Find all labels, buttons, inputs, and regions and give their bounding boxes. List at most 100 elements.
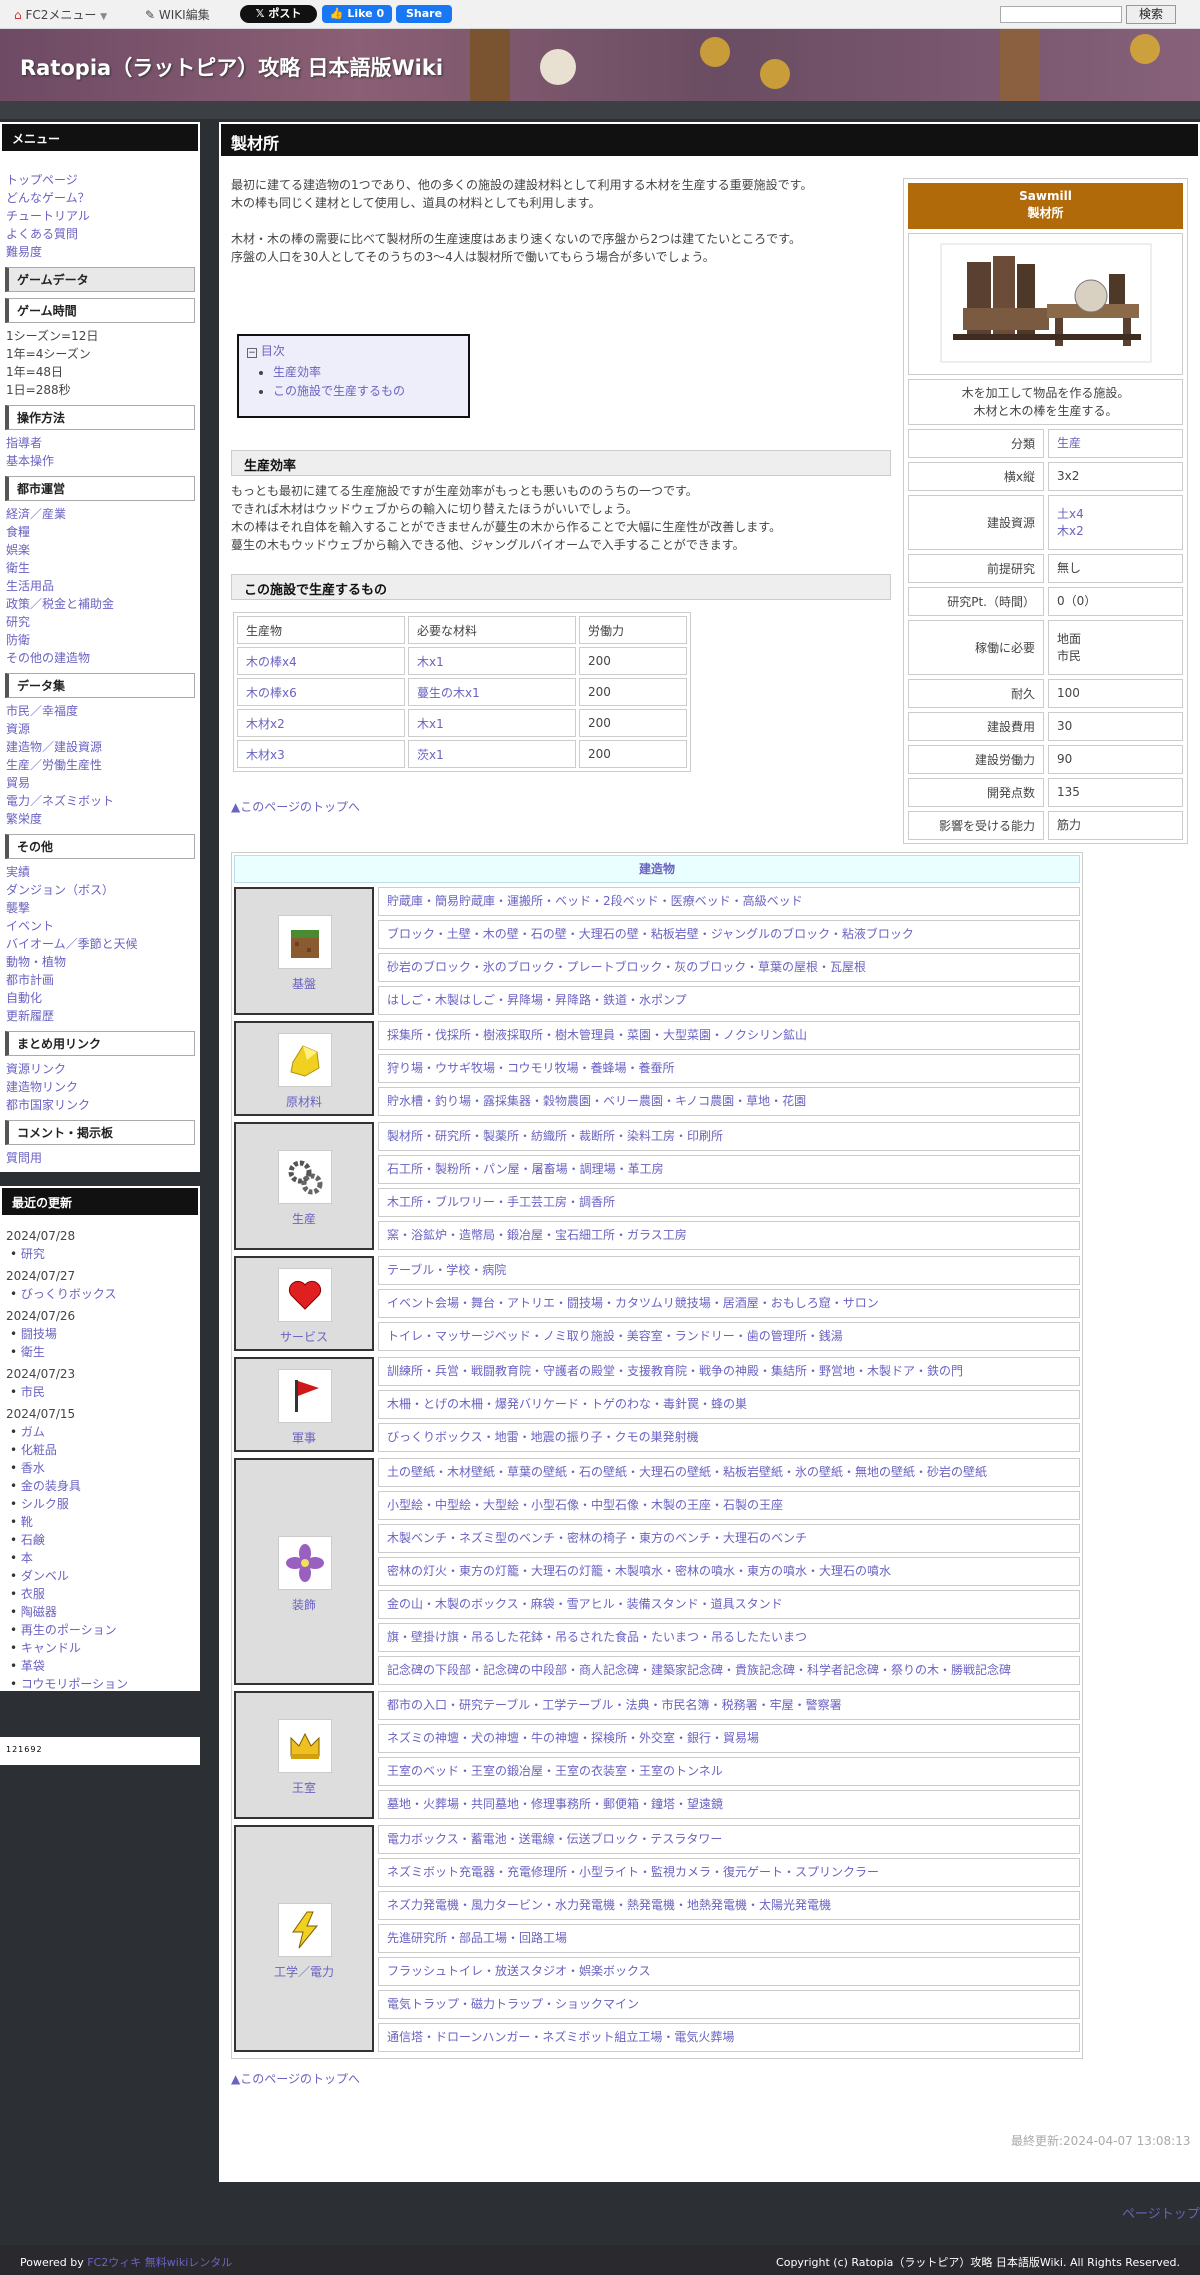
sidebar-link[interactable]: 都市計画 bbox=[0, 971, 200, 989]
recent-link[interactable]: 再生のポーション bbox=[0, 1621, 200, 1639]
sidebar-link[interactable]: 食糧 bbox=[0, 523, 200, 541]
buildings-table-title[interactable]: 建造物 bbox=[234, 855, 1080, 883]
sidebar-link[interactable]: 建造物／建設資源 bbox=[0, 738, 200, 756]
sidebar-link[interactable]: 基本操作 bbox=[0, 452, 200, 470]
recent-link[interactable]: 金の装身具 bbox=[0, 1477, 200, 1495]
building-row[interactable]: 先進研究所・部品工場・回路工場 bbox=[378, 1924, 1080, 1953]
sidebar-link[interactable]: 生産／労働生産性 bbox=[0, 756, 200, 774]
building-row[interactable]: 墓地・火葬場・共同墓地・修理事務所・郵便箱・鐘塔・望遠鏡 bbox=[378, 1790, 1080, 1819]
material-link[interactable]: 蔓生の木x1 bbox=[417, 686, 480, 700]
sidebar-link[interactable]: 資源 bbox=[0, 720, 200, 738]
category-link[interactable]: 原材料 bbox=[236, 1093, 372, 1110]
building-row[interactable]: 砂岩のブロック・氷のブロック・プレートブロック・灰のブロック・草葉の屋根・瓦屋根 bbox=[378, 953, 1080, 982]
sidebar-link[interactable]: 襲撃 bbox=[0, 899, 200, 917]
sidebar-link[interactable]: 指導者 bbox=[0, 434, 200, 452]
building-row[interactable]: テーブル・学校・病院 bbox=[378, 1256, 1080, 1285]
product-link[interactable]: 木の棒x6 bbox=[246, 686, 297, 700]
recent-link[interactable]: ダンベル bbox=[0, 1567, 200, 1585]
building-row[interactable]: 電気トラップ・磁力トラップ・ショックマイン bbox=[378, 1990, 1080, 2019]
category-link[interactable]: 装飾 bbox=[236, 1596, 372, 1613]
sidebar-link[interactable]: ダンジョン（ボス） bbox=[0, 881, 200, 899]
category-link[interactable]: 生産 bbox=[1057, 435, 1174, 452]
site-title[interactable]: Ratopia（ラットピア）攻略 日本語版Wiki bbox=[20, 52, 443, 82]
facebook-share-button[interactable]: Share bbox=[396, 5, 452, 23]
recent-link[interactable]: 衣服 bbox=[0, 1585, 200, 1603]
sidebar-link[interactable]: 難易度 bbox=[0, 243, 200, 261]
resource-link[interactable]: 土x4 bbox=[1057, 506, 1174, 523]
building-row[interactable]: 通信塔・ドローンハンガー・ネズミボット組立工場・電気火葬場 bbox=[378, 2023, 1080, 2052]
building-row[interactable]: 王室のベッド・王室の鍛冶屋・王室の衣装室・王室のトンネル bbox=[378, 1757, 1080, 1786]
building-row[interactable]: ネズ力発電機・風力タービン・水力発電機・熱発電機・地熱発電機・太陽光発電機 bbox=[378, 1891, 1080, 1920]
sidebar-link[interactable]: 娯楽 bbox=[0, 541, 200, 559]
search-button[interactable]: 検索 bbox=[1126, 5, 1176, 24]
recent-link[interactable]: キャンドル bbox=[0, 1639, 200, 1657]
building-row[interactable]: 貯蔵庫・簡易貯蔵庫・運搬所・ベッド・2段ベッド・医療ベッド・高級ベッド bbox=[378, 887, 1080, 916]
material-link[interactable]: 木x1 bbox=[417, 655, 444, 669]
sidebar-link[interactable]: 防衛 bbox=[0, 631, 200, 649]
sidebar-link[interactable]: どんなゲーム？ bbox=[0, 189, 200, 207]
sidebar-link[interactable]: 経済／産業 bbox=[0, 505, 200, 523]
category-link[interactable]: 王室 bbox=[236, 1779, 372, 1796]
building-row[interactable]: 金の山・木製のボックス・麻袋・雪アヒル・装備スタンド・道具スタンド bbox=[378, 1590, 1080, 1619]
category-link[interactable]: 生産 bbox=[236, 1210, 372, 1227]
building-row[interactable]: びっくりボックス・地雷・地震の振り子・クモの巣発射機 bbox=[378, 1423, 1080, 1452]
sidebar-link[interactable]: 生活用品 bbox=[0, 577, 200, 595]
recent-link[interactable]: びっくりボックス bbox=[0, 1285, 200, 1303]
fc2-wiki-link[interactable]: FC2ウィキ 無料wikiレンタル bbox=[87, 2256, 232, 2269]
building-row[interactable]: 製材所・研究所・製薬所・紡織所・裁断所・染料工房・印刷所 bbox=[378, 1122, 1080, 1151]
building-row[interactable]: 石工所・製粉所・パン屋・屠畜場・調理場・革工房 bbox=[378, 1155, 1080, 1184]
recent-link[interactable]: 本 bbox=[0, 1549, 200, 1567]
recent-link[interactable]: コウモリポーション bbox=[0, 1675, 200, 1693]
building-row[interactable]: ネズミの神壇・犬の神壇・牛の神壇・探検所・外交室・銀行・貿易場 bbox=[378, 1724, 1080, 1753]
category-link[interactable]: サービス bbox=[236, 1328, 372, 1345]
back-to-top-link-bottom[interactable]: ▲このページのトップへ bbox=[231, 2070, 360, 2087]
building-row[interactable]: ネズミボット充電器・充電修理所・小型ライト・監視カメラ・復元ゲート・スプリンクラ… bbox=[378, 1858, 1080, 1887]
toc-link-efficiency[interactable]: 生産効率 bbox=[273, 365, 321, 379]
building-row[interactable]: 小型絵・中型絵・大型絵・小型石像・中型石像・木製の王座・石製の王座 bbox=[378, 1491, 1080, 1520]
building-row[interactable]: イベント会場・舞台・アトリエ・闘技場・カタツムリ競技場・居酒屋・おもしろ窟・サロ… bbox=[378, 1289, 1080, 1318]
recent-link[interactable]: 市民 bbox=[0, 1383, 200, 1401]
sidebar-link[interactable]: 資源リンク bbox=[0, 1060, 200, 1078]
resource-link[interactable]: 木x2 bbox=[1057, 523, 1174, 540]
category-link[interactable]: 基盤 bbox=[236, 975, 372, 992]
building-row[interactable]: 旗・壁掛け旗・吊るした花鉢・吊るされた食品・たいまつ・吊るしたたいまつ bbox=[378, 1623, 1080, 1652]
material-link[interactable]: 木x1 bbox=[417, 717, 444, 731]
recent-link[interactable]: 化粧品 bbox=[0, 1441, 200, 1459]
product-link[interactable]: 木材x3 bbox=[246, 748, 285, 762]
sidebar-link[interactable]: 研究 bbox=[0, 613, 200, 631]
sidebar-link[interactable]: 繁栄度 bbox=[0, 810, 200, 828]
sidebar-link[interactable]: 貿易 bbox=[0, 774, 200, 792]
building-row[interactable]: 採集所・伐採所・樹液採取所・樹木管理員・菜園・大型菜園・ノクシリン鉱山 bbox=[378, 1021, 1080, 1050]
building-row[interactable]: 訓練所・兵営・戦闘教育院・守護者の殿堂・支援教育院・戦争の神殿・集結所・野営地・… bbox=[378, 1357, 1080, 1386]
recent-link[interactable]: 陶磁器 bbox=[0, 1603, 200, 1621]
recent-link[interactable]: 衛生 bbox=[0, 1343, 200, 1361]
sidebar-link[interactable]: 都市国家リンク bbox=[0, 1096, 200, 1114]
building-row[interactable]: 密林の灯火・東方の灯籠・大理石の灯籠・木製噴水・密林の噴水・東方の噴水・大理石の… bbox=[378, 1557, 1080, 1586]
sidebar-link[interactable]: バイオーム／季節と天候 bbox=[0, 935, 200, 953]
fc2-menu[interactable]: ⌂ FC2メニュー ▼ bbox=[14, 6, 107, 23]
recent-link[interactable]: 香水 bbox=[0, 1459, 200, 1477]
sidebar-link[interactable]: 市民／幸福度 bbox=[0, 702, 200, 720]
building-row[interactable]: 都市の入口・研究テーブル・工学テーブル・法典・市民名簿・税務署・牢屋・警察署 bbox=[378, 1691, 1080, 1720]
building-row[interactable]: 木工所・ブルワリー・手工芸工房・調香所 bbox=[378, 1188, 1080, 1217]
recent-link[interactable]: 闘技場 bbox=[0, 1325, 200, 1343]
recent-link[interactable]: ガム bbox=[0, 1423, 200, 1441]
category-link[interactable]: 工学／電力 bbox=[236, 1963, 372, 1980]
recent-link[interactable]: シルク服 bbox=[0, 1495, 200, 1513]
sidebar-link[interactable]: イベント bbox=[0, 917, 200, 935]
x-post-button[interactable]: 𝕏 ポスト bbox=[240, 5, 317, 23]
sidebar-link[interactable]: 更新履歴 bbox=[0, 1007, 200, 1025]
building-row[interactable]: 電力ボックス・蓄電池・送電線・伝送ブロック・テスラタワー bbox=[378, 1825, 1080, 1854]
wiki-edit-link[interactable]: ✎ WIKI編集 bbox=[145, 6, 210, 23]
category-link[interactable]: 軍事 bbox=[236, 1429, 372, 1446]
recent-link[interactable]: 革袋 bbox=[0, 1657, 200, 1675]
material-link[interactable]: 茨x1 bbox=[417, 748, 444, 762]
sidebar-link[interactable]: チュートリアル bbox=[0, 207, 200, 225]
sidebar-link[interactable]: 建造物リンク bbox=[0, 1078, 200, 1096]
page-top-link[interactable]: ページトップ bbox=[1122, 2203, 1200, 2222]
search-input[interactable] bbox=[1000, 6, 1122, 23]
sidebar-link[interactable]: 政策／税金と補助金 bbox=[0, 595, 200, 613]
building-row[interactable]: 土の壁紙・木材壁紙・草葉の壁紙・石の壁紙・大理石の壁紙・粘板岩壁紙・氷の壁紙・無… bbox=[378, 1458, 1080, 1487]
building-row[interactable]: 狩り場・ウサギ牧場・コウモリ牧場・養蜂場・養蚕所 bbox=[378, 1054, 1080, 1083]
sidebar-link[interactable]: よくある質問 bbox=[0, 225, 200, 243]
